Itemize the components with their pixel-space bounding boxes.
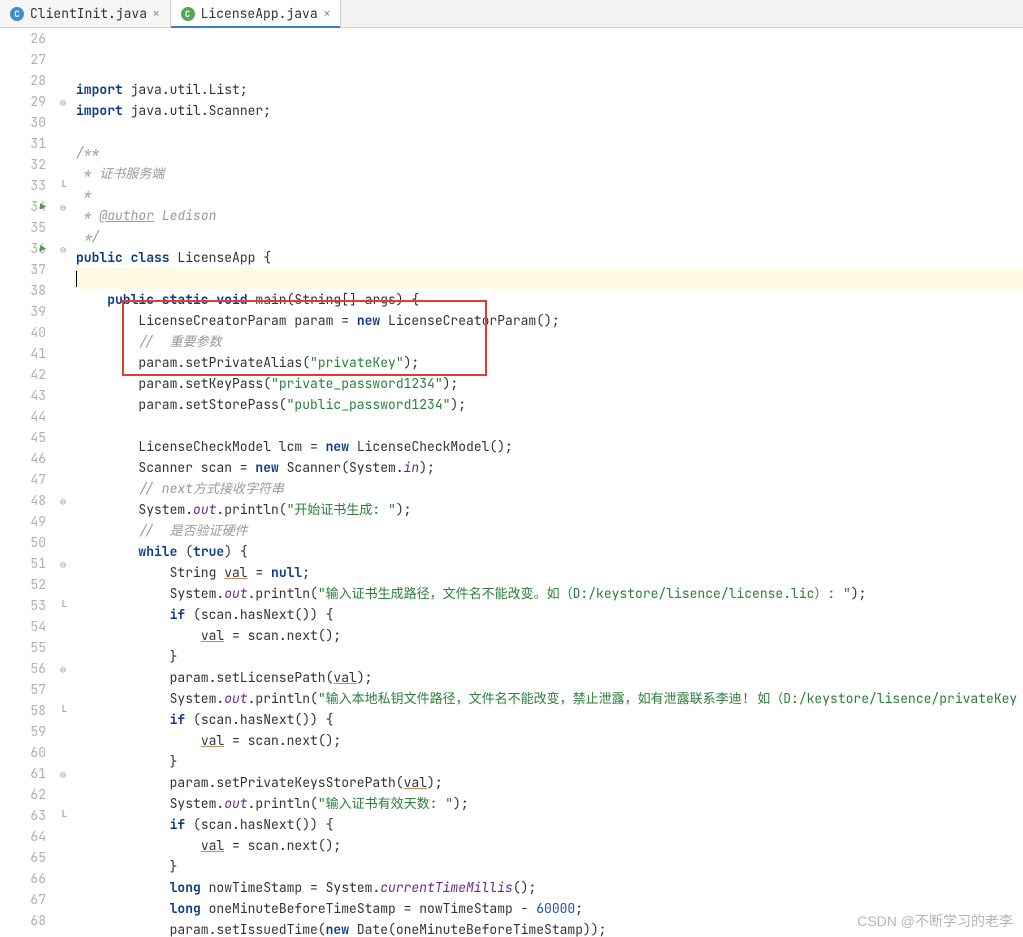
code-line[interactable]: /**	[76, 142, 1023, 163]
code-line[interactable]: String val = null;	[76, 562, 1023, 583]
fold-guide-icon: └	[58, 600, 68, 613]
code-line[interactable]: // 重要参数	[76, 331, 1023, 352]
code-area[interactable]: import java.util.List;import java.util.S…	[68, 28, 1023, 937]
fold-collapse-icon[interactable]: ⊖	[58, 663, 68, 676]
code-line[interactable]: param.setLicensePath(val);	[76, 667, 1023, 688]
code-line[interactable]: */	[76, 226, 1023, 247]
code-line[interactable]: public static void main(String[] args) {	[76, 289, 1023, 310]
run-gutter-icon[interactable]: ▶	[40, 196, 46, 217]
code-line[interactable]: // next方式接收字符串	[76, 478, 1023, 499]
code-line[interactable]: if (scan.hasNext()) {	[76, 814, 1023, 835]
code-line[interactable]: System.out.println("输入证书有效天数: ");	[76, 793, 1023, 814]
code-line[interactable]: }	[76, 751, 1023, 772]
code-line[interactable]: param.setPrivateKeysStorePath(val);	[76, 772, 1023, 793]
fold-collapse-icon[interactable]: ⊖	[58, 201, 68, 214]
fold-collapse-icon[interactable]: ⊖	[58, 243, 68, 256]
code-line[interactable]: param.setPrivateAlias("privateKey");	[76, 352, 1023, 373]
code-line[interactable]: param.setIssuedTime(new Date(oneMinuteBe…	[76, 919, 1023, 937]
code-line[interactable]: while (true) {	[76, 541, 1023, 562]
code-line[interactable]: import java.util.List;	[76, 79, 1023, 100]
code-line[interactable]	[76, 415, 1023, 436]
code-line[interactable]: LicenseCheckModel lcm = new LicenseCheck…	[76, 436, 1023, 457]
code-line[interactable]: System.out.println("开始证书生成: ");	[76, 499, 1023, 520]
fold-column: ⊖ └ ⊖ ⊖ ⊖ ⊖ └ ⊖ └ ⊖ └	[58, 28, 68, 937]
editor-tabs: C ClientInit.java ✕ C LicenseApp.java ✕	[0, 0, 1023, 28]
code-line[interactable]: if (scan.hasNext()) {	[76, 604, 1023, 625]
code-line[interactable]: val = scan.next();	[76, 730, 1023, 751]
code-line[interactable]: val = scan.next();	[76, 625, 1023, 646]
code-line[interactable]: if (scan.hasNext()) {	[76, 709, 1023, 730]
fold-collapse-icon[interactable]: ⊖	[58, 96, 68, 109]
code-line[interactable]: Scanner scan = new Scanner(System.in);	[76, 457, 1023, 478]
code-line[interactable]: long oneMinuteBeforeTimeStamp = nowTimeS…	[76, 898, 1023, 919]
close-icon[interactable]: ✕	[153, 7, 160, 21]
fold-guide-icon: └	[58, 705, 68, 718]
code-line[interactable]	[76, 268, 1023, 289]
code-line[interactable]: * @author Ledison	[76, 205, 1023, 226]
tab-title: LicenseApp.java	[201, 5, 318, 22]
code-line[interactable]: *	[76, 184, 1023, 205]
code-line[interactable]: param.setKeyPass("private_password1234")…	[76, 373, 1023, 394]
code-line[interactable]: long nowTimeStamp = System.currentTimeMi…	[76, 877, 1023, 898]
class-icon: C	[181, 7, 195, 21]
code-line[interactable]: }	[76, 646, 1023, 667]
code-line[interactable]: public class LicenseApp {	[76, 247, 1023, 268]
class-icon: C	[10, 7, 24, 21]
code-line[interactable]	[76, 121, 1023, 142]
code-line[interactable]: LicenseCreatorParam param = new LicenseC…	[76, 310, 1023, 331]
run-gutter-icon[interactable]: ▶	[40, 238, 46, 259]
close-icon[interactable]: ✕	[324, 7, 331, 21]
code-line[interactable]: }	[76, 856, 1023, 877]
line-number-gutter: 262728293031323334▶3536▶3738394041424344…	[0, 28, 58, 937]
fold-collapse-icon[interactable]: ⊖	[58, 768, 68, 781]
code-editor[interactable]: 262728293031323334▶3536▶3738394041424344…	[0, 28, 1023, 937]
fold-guide-icon: └	[58, 180, 68, 193]
code-line[interactable]: System.out.println("输入证书生成路径，文件名不能改变。如（D…	[76, 583, 1023, 604]
fold-collapse-icon[interactable]: ⊖	[58, 495, 68, 508]
fold-collapse-icon[interactable]: ⊖	[58, 558, 68, 571]
tab-clientinit[interactable]: C ClientInit.java ✕	[0, 0, 171, 27]
code-line[interactable]: import java.util.Scanner;	[76, 100, 1023, 121]
fold-guide-icon: └	[58, 810, 68, 823]
code-line[interactable]: * 证书服务端	[76, 163, 1023, 184]
code-line[interactable]: System.out.println("输入本地私钥文件路径，文件名不能改变，禁…	[76, 688, 1023, 709]
tab-licenseapp[interactable]: C LicenseApp.java ✕	[171, 0, 342, 27]
tab-title: ClientInit.java	[30, 5, 147, 22]
code-line[interactable]: val = scan.next();	[76, 835, 1023, 856]
code-line[interactable]: param.setStorePass("public_password1234"…	[76, 394, 1023, 415]
code-line[interactable]: // 是否验证硬件	[76, 520, 1023, 541]
